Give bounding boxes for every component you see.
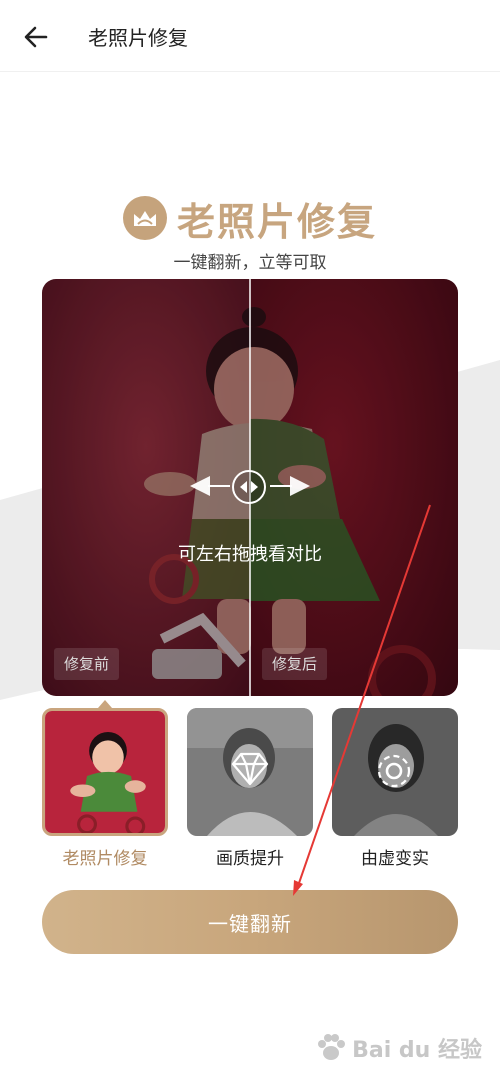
diamond-icon: [231, 752, 269, 786]
drag-arrows-icon: [232, 470, 266, 504]
old-photo-thumbnail: [45, 711, 165, 833]
back-arrow-icon: [24, 26, 48, 48]
hero-title: 老照片修复: [176, 199, 377, 244]
page-title: 老照片修复: [88, 26, 188, 50]
crown-logo-icon: [122, 196, 167, 240]
watermark-text: Bai du 经验: [352, 1038, 482, 1063]
tool-label-old-photo: 老照片修复: [62, 849, 148, 869]
tool-label-blur-clear: 由虚变实: [361, 849, 429, 869]
tool-selector: 老照片修复 画质提升 由虚变实: [42, 700, 458, 869]
hero-brand: 老照片修复: [0, 192, 500, 244]
hero-subtitle: 一键翻新，立等可取: [173, 253, 327, 273]
back-button[interactable]: [18, 20, 54, 54]
compare-drag-handle[interactable]: [230, 468, 268, 506]
tool-quality-enhance[interactable]: [187, 708, 313, 836]
paw-icon: [318, 1034, 346, 1060]
tool-label-quality: 画质提升: [216, 849, 284, 869]
selected-pointer: [98, 700, 112, 708]
top-bar: 老照片修复: [0, 0, 500, 72]
baidu-watermark: Bai du 经验: [314, 1028, 482, 1068]
focus-ring-icon: [377, 754, 411, 788]
after-label: 修复后: [262, 648, 328, 680]
before-label: 修复前: [54, 648, 120, 680]
renew-button[interactable]: 一键翻新: [42, 890, 458, 954]
tool-blur-to-clear[interactable]: [332, 708, 458, 836]
tool-old-photo-restore[interactable]: [42, 708, 168, 836]
compare-hint: 可左右拖拽看对比: [178, 544, 322, 565]
